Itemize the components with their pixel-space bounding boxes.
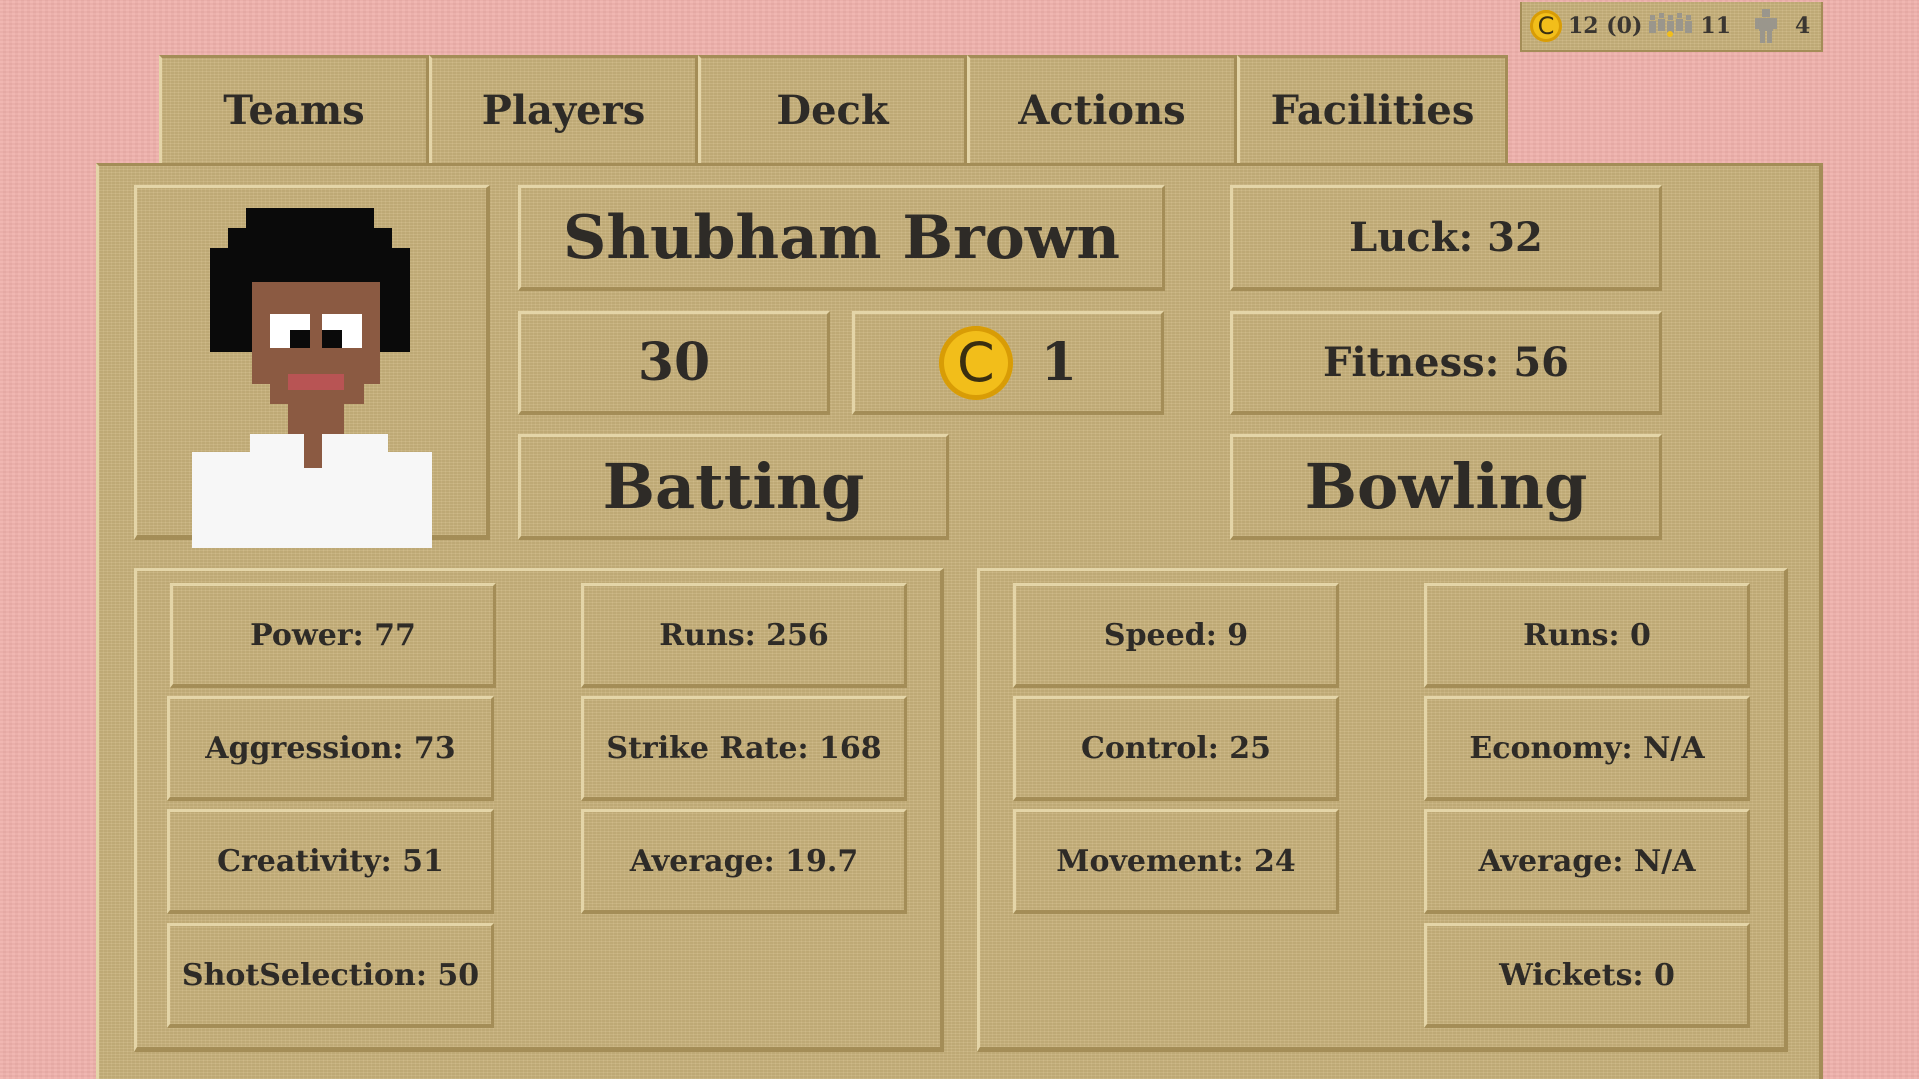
bowling-stat-average: Average: N/A <box>1424 809 1750 914</box>
person-icon <box>1755 9 1778 43</box>
player-portrait <box>134 185 490 548</box>
batting-header[interactable]: Batting <box>518 434 949 540</box>
player-name: Shubham Brown <box>518 185 1165 291</box>
batting-skill-shotselection: ShotSelection: 50 <box>167 923 494 1028</box>
luck-stat: Luck: 32 <box>1230 185 1662 291</box>
batting-stat-average: Average: 19.7 <box>581 809 907 914</box>
bowling-stat-runs: Runs: 0 <box>1424 583 1750 688</box>
bowling-skill-speed: Speed: 9 <box>1013 583 1339 688</box>
coins-count: 12 (0) <box>1568 13 1643 39</box>
coin-icon: C <box>1530 10 1562 42</box>
cost-value: 1 <box>1040 332 1078 393</box>
tab-actions[interactable]: Actions <box>967 55 1237 165</box>
batting-skill-creativity: Creativity: 51 <box>167 809 494 914</box>
tab-facilities[interactable]: Facilities <box>1237 55 1508 165</box>
bowling-stat-wickets: Wickets: 0 <box>1424 923 1750 1028</box>
player-avatar <box>192 208 432 548</box>
batting-stat-strike-rate: Strike Rate: 168 <box>581 696 907 801</box>
player-cost: C 1 <box>852 311 1164 415</box>
bowling-skill-movement: Movement: 24 <box>1013 809 1339 914</box>
tab-teams[interactable]: Teams <box>159 55 429 165</box>
tab-players[interactable]: Players <box>429 55 698 165</box>
tab-deck[interactable]: Deck <box>698 55 967 165</box>
fitness-stat: Fitness: 56 <box>1230 311 1662 415</box>
bowling-skill-control: Control: 25 <box>1013 696 1339 801</box>
batting-skill-power: Power: 77 <box>170 583 496 688</box>
batting-stat-runs: Runs: 256 <box>581 583 907 688</box>
crowd-count: 11 <box>1700 13 1732 39</box>
bowling-stat-economy: Economy: N/A <box>1424 696 1750 801</box>
crowd-icon <box>1649 13 1693 37</box>
resource-bar: C 12 (0) 11 4 <box>1520 2 1823 52</box>
bowling-header[interactable]: Bowling <box>1230 434 1662 540</box>
batting-skill-aggression: Aggression: 73 <box>167 696 494 801</box>
player-age: 30 <box>518 311 830 415</box>
players-count: 4 <box>1795 13 1811 39</box>
coin-icon: C <box>938 325 1013 400</box>
